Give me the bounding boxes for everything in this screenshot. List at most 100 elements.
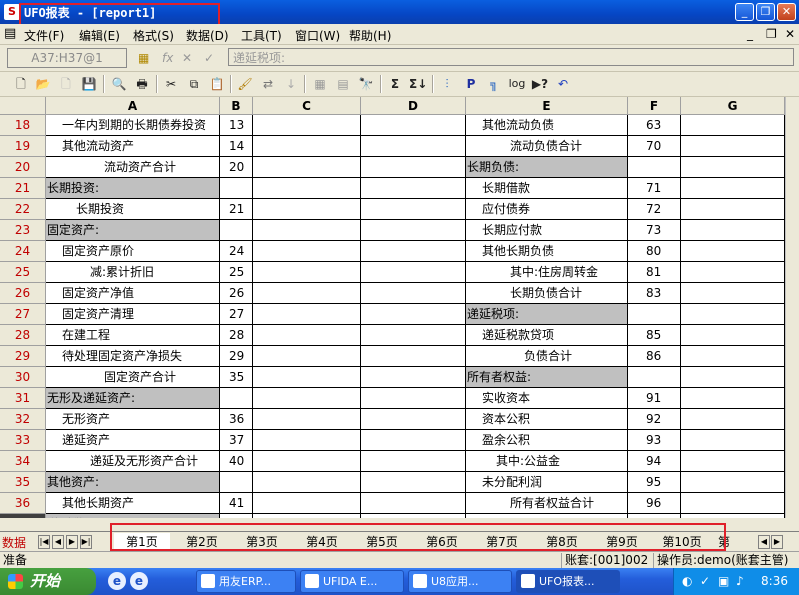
sheet-tab[interactable]: 第5页 xyxy=(354,533,410,551)
log-icon[interactable]: log xyxy=(508,75,526,93)
cell-c[interactable] xyxy=(253,451,361,472)
new-file-icon[interactable]: 🗋 xyxy=(12,75,30,93)
cell-f[interactable]: 93 xyxy=(628,430,681,451)
p-icon[interactable]: P xyxy=(462,75,480,93)
column-header-b[interactable]: B xyxy=(220,97,253,115)
cell-c[interactable] xyxy=(253,367,361,388)
cell-a[interactable]: 待处理固定资产净损失 xyxy=(46,346,220,367)
row-header[interactable]: 30 xyxy=(0,367,46,388)
cell-f[interactable]: 86 xyxy=(628,346,681,367)
sheet-tab[interactable]: 第7页 xyxy=(474,533,530,551)
task-u8-app[interactable]: U8应用... xyxy=(408,570,512,593)
cell-g[interactable] xyxy=(681,157,785,178)
cell-d[interactable] xyxy=(361,304,466,325)
cell-a[interactable]: 长期投资: xyxy=(46,178,220,199)
row-header[interactable]: 21 xyxy=(0,178,46,199)
last-sheet-button[interactable]: ▶| xyxy=(80,535,92,549)
paste-icon[interactable]: 📋 xyxy=(208,75,226,93)
column-header-d[interactable]: D xyxy=(361,97,466,115)
row-header[interactable]: 28 xyxy=(0,325,46,346)
cell-d[interactable] xyxy=(361,514,466,518)
cell-g[interactable] xyxy=(681,283,785,304)
tray-icon[interactable]: ▣ xyxy=(718,574,729,588)
cell-d[interactable] xyxy=(361,409,466,430)
cell-b[interactable]: 29 xyxy=(220,346,253,367)
menu-tools[interactable]: 工具(T) xyxy=(241,27,282,44)
row-header[interactable]: 23 xyxy=(0,220,46,241)
row-header[interactable]: 26 xyxy=(0,283,46,304)
chart-icon[interactable]: ⫶ xyxy=(438,75,456,93)
prev-sheet-button[interactable]: ◀ xyxy=(52,535,64,549)
copy-icon[interactable]: ⧉ xyxy=(185,75,203,93)
cell-f[interactable] xyxy=(628,367,681,388)
cell-a[interactable]: 递延资产 xyxy=(46,430,220,451)
cell-g[interactable] xyxy=(681,493,785,514)
cell-c[interactable] xyxy=(253,283,361,304)
cell-e[interactable]: 递延税项: xyxy=(466,304,628,325)
save-icon[interactable]: 💾 xyxy=(80,75,98,93)
cell-g[interactable] xyxy=(681,220,785,241)
cell-e[interactable]: 所有者权益合计 xyxy=(466,493,628,514)
cell-c[interactable] xyxy=(253,472,361,493)
row-header[interactable]: 31 xyxy=(0,388,46,409)
vertical-scrollbar[interactable] xyxy=(785,97,799,518)
cell-g[interactable] xyxy=(681,304,785,325)
cell-a[interactable]: 长期投资 xyxy=(46,199,220,220)
blank-icon[interactable]: 🗋 xyxy=(57,75,75,93)
cell-g[interactable] xyxy=(681,388,785,409)
cell-a[interactable]: 无形及递延资产: xyxy=(46,388,220,409)
grid-icon[interactable]: ▦ xyxy=(311,75,329,93)
cell-e[interactable]: 递延税款贷项 xyxy=(466,325,628,346)
cell-c[interactable] xyxy=(253,262,361,283)
cell-a[interactable]: 在建工程 xyxy=(46,325,220,346)
cell-d[interactable] xyxy=(361,220,466,241)
cell-f[interactable]: 73 xyxy=(628,220,681,241)
cell-f[interactable] xyxy=(628,514,681,518)
row-header[interactable]: 32 xyxy=(0,409,46,430)
sheet-tab[interactable]: 第2页 xyxy=(174,533,230,551)
column-header-a[interactable]: A xyxy=(46,97,220,115)
formula-input[interactable]: 递延税项: xyxy=(228,48,794,66)
cell-a[interactable]: 无形资产 xyxy=(46,409,220,430)
cell-a[interactable]: 递延税项: xyxy=(46,514,220,518)
cell-b[interactable]: 25 xyxy=(220,262,253,283)
child-minimize-button[interactable]: _ xyxy=(747,27,753,41)
cell-d[interactable] xyxy=(361,472,466,493)
cell-c[interactable] xyxy=(253,325,361,346)
cell-e[interactable]: 所有者权益: xyxy=(466,367,628,388)
row-header[interactable]: 37 xyxy=(0,514,46,518)
sum-icon[interactable]: Σ xyxy=(386,75,404,93)
cell-b[interactable]: 27 xyxy=(220,304,253,325)
cell-b[interactable] xyxy=(220,472,253,493)
pivot-icon[interactable]: ╗ xyxy=(485,75,503,93)
cell-b[interactable]: 21 xyxy=(220,199,253,220)
cell-a[interactable]: 其他流动资产 xyxy=(46,136,220,157)
cell-f[interactable]: 92 xyxy=(628,409,681,430)
cell-c[interactable] xyxy=(253,388,361,409)
cancel-edit-icon[interactable]: ✕ xyxy=(182,51,192,65)
sheet-tab[interactable]: 第8页 xyxy=(534,533,590,551)
speaker-icon[interactable]: ♪ xyxy=(736,574,744,588)
menu-file[interactable]: 文件(F) xyxy=(24,27,64,44)
cell-g[interactable] xyxy=(681,325,785,346)
cell-f[interactable]: 71 xyxy=(628,178,681,199)
sheet-tab[interactable]: 第9页 xyxy=(594,533,650,551)
cell-a[interactable]: 固定资产: xyxy=(46,220,220,241)
cell-e[interactable]: 未分配利润 xyxy=(466,472,628,493)
cell-f[interactable]: 96 xyxy=(628,493,681,514)
cell-c[interactable] xyxy=(253,409,361,430)
cell-f[interactable] xyxy=(628,304,681,325)
cell-f[interactable] xyxy=(628,157,681,178)
row-header[interactable]: 24 xyxy=(0,241,46,262)
cell-f[interactable]: 63 xyxy=(628,115,681,136)
cell-b[interactable]: 20 xyxy=(220,157,253,178)
cell-b[interactable]: 35 xyxy=(220,367,253,388)
cell-a[interactable]: 流动资产合计 xyxy=(46,157,220,178)
menu-window[interactable]: 窗口(W) xyxy=(295,27,340,44)
cell-g[interactable] xyxy=(681,262,785,283)
find-icon[interactable]: 🔭 xyxy=(357,75,375,93)
cell-d[interactable] xyxy=(361,283,466,304)
table-icon[interactable]: ▤ xyxy=(334,75,352,93)
cell-f[interactable]: 72 xyxy=(628,199,681,220)
cell-a[interactable]: 固定资产清理 xyxy=(46,304,220,325)
